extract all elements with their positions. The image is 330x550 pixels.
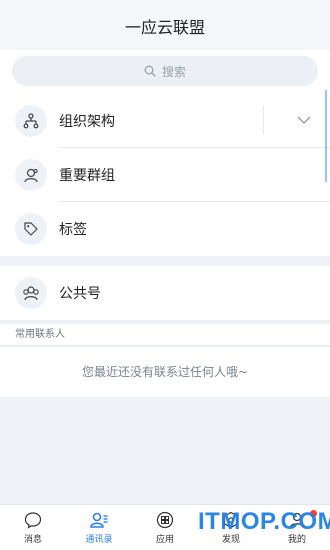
chevron-down-icon[interactable] [296,112,312,128]
menu-item-label: 公共号 [59,286,101,302]
scroll-indicator [325,90,327,182]
message-icon [24,511,42,529]
tab-label: 通讯录 [85,534,113,545]
frequent-contacts-header: 常用联系人 [0,324,330,346]
contact-menu: 组织架构 重要群组 标签 公共号 [0,94,330,320]
apps-icon [156,511,174,528]
menu-item-label: 标签 [59,222,87,238]
menu-item-tags[interactable]: 标签 [0,202,330,256]
contacts-icon [90,512,108,528]
group-icon [15,159,47,191]
public-account-icon [15,277,47,309]
section-gap [0,256,330,266]
divider [263,106,264,134]
tab-contacts[interactable]: 通讯录 [66,505,132,550]
search-placeholder: 搜索 [161,64,186,79]
menu-item-label: 组织架构 [59,114,115,130]
app-header: 一应云联盟 [0,0,330,50]
empty-state-text: 您最近还没有联系过任何人哦~ [0,347,330,397]
page-title: 一应云联盟 [124,18,205,37]
search-icon [144,65,156,77]
tab-messages[interactable]: 消息 [0,505,66,550]
menu-item-label: 重要群组 [59,168,115,184]
search-input[interactable]: 搜索 [12,56,318,86]
org-chart-icon [15,105,47,137]
tab-label: 应用 [155,534,174,545]
tab-label: 消息 [23,534,42,545]
search-bar: 搜索 [0,50,330,94]
menu-item-public-accounts[interactable]: 公共号 [0,266,330,320]
menu-item-org[interactable]: 组织架构 [0,94,330,148]
tab-apps[interactable]: 应用 [132,505,198,550]
watermark-logo: ITMOP.COM [198,508,330,535]
menu-item-groups[interactable]: 重要群组 [0,148,330,202]
tag-icon [15,213,47,245]
